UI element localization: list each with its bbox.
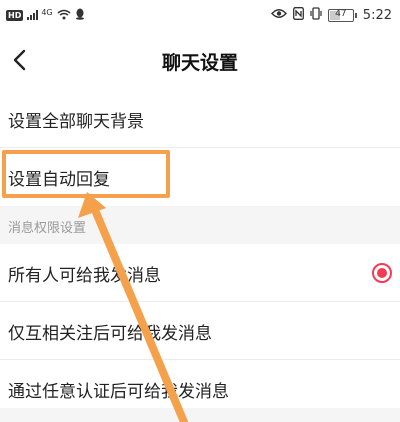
setting-row-label: 设置全部聊天背景 <box>8 112 144 132</box>
radio-selected[interactable] <box>372 263 392 283</box>
signal-icon <box>27 9 41 23</box>
wifi-icon <box>57 9 71 23</box>
vibrate-icon <box>310 7 322 24</box>
nfc-icon <box>292 7 304 24</box>
setting-row-chat-background[interactable]: 设置全部聊天背景 <box>0 90 400 148</box>
battery-level: 47 <box>335 9 347 19</box>
radio-dot <box>377 268 387 278</box>
status-bar: HD 4G 47 5:22 <box>0 0 400 32</box>
option-label: 仅互相关注后可给我发消息 <box>8 324 212 344</box>
option-label: 所有人可给我发消息 <box>8 266 161 286</box>
page-title: 聊天设置 <box>161 52 238 74</box>
permission-option-everyone[interactable]: 所有人可给我发消息 <box>0 244 400 302</box>
option-label: 通过任意认证后可给我发消息 <box>8 382 229 402</box>
status-bar-left: HD 4G <box>6 8 85 23</box>
qq-icon <box>75 8 85 23</box>
annotation-highlight-box <box>2 150 170 198</box>
section-header-label: 消息权限设置 <box>8 221 87 236</box>
nav-bar: 聊天设置 <box>0 32 400 90</box>
section-header: 消息权限设置 <box>0 206 400 244</box>
permission-option-mutual-follow[interactable]: 仅互相关注后可给我发消息 <box>0 302 400 360</box>
status-bar-right: 47 5:22 <box>270 7 392 24</box>
network-type: 4G <box>41 8 53 17</box>
eye-icon <box>270 8 287 23</box>
clock: 5:22 <box>362 8 392 23</box>
hd-indicator: HD <box>6 10 24 21</box>
section-gap <box>0 408 400 422</box>
battery-icon: 47 <box>327 9 357 22</box>
